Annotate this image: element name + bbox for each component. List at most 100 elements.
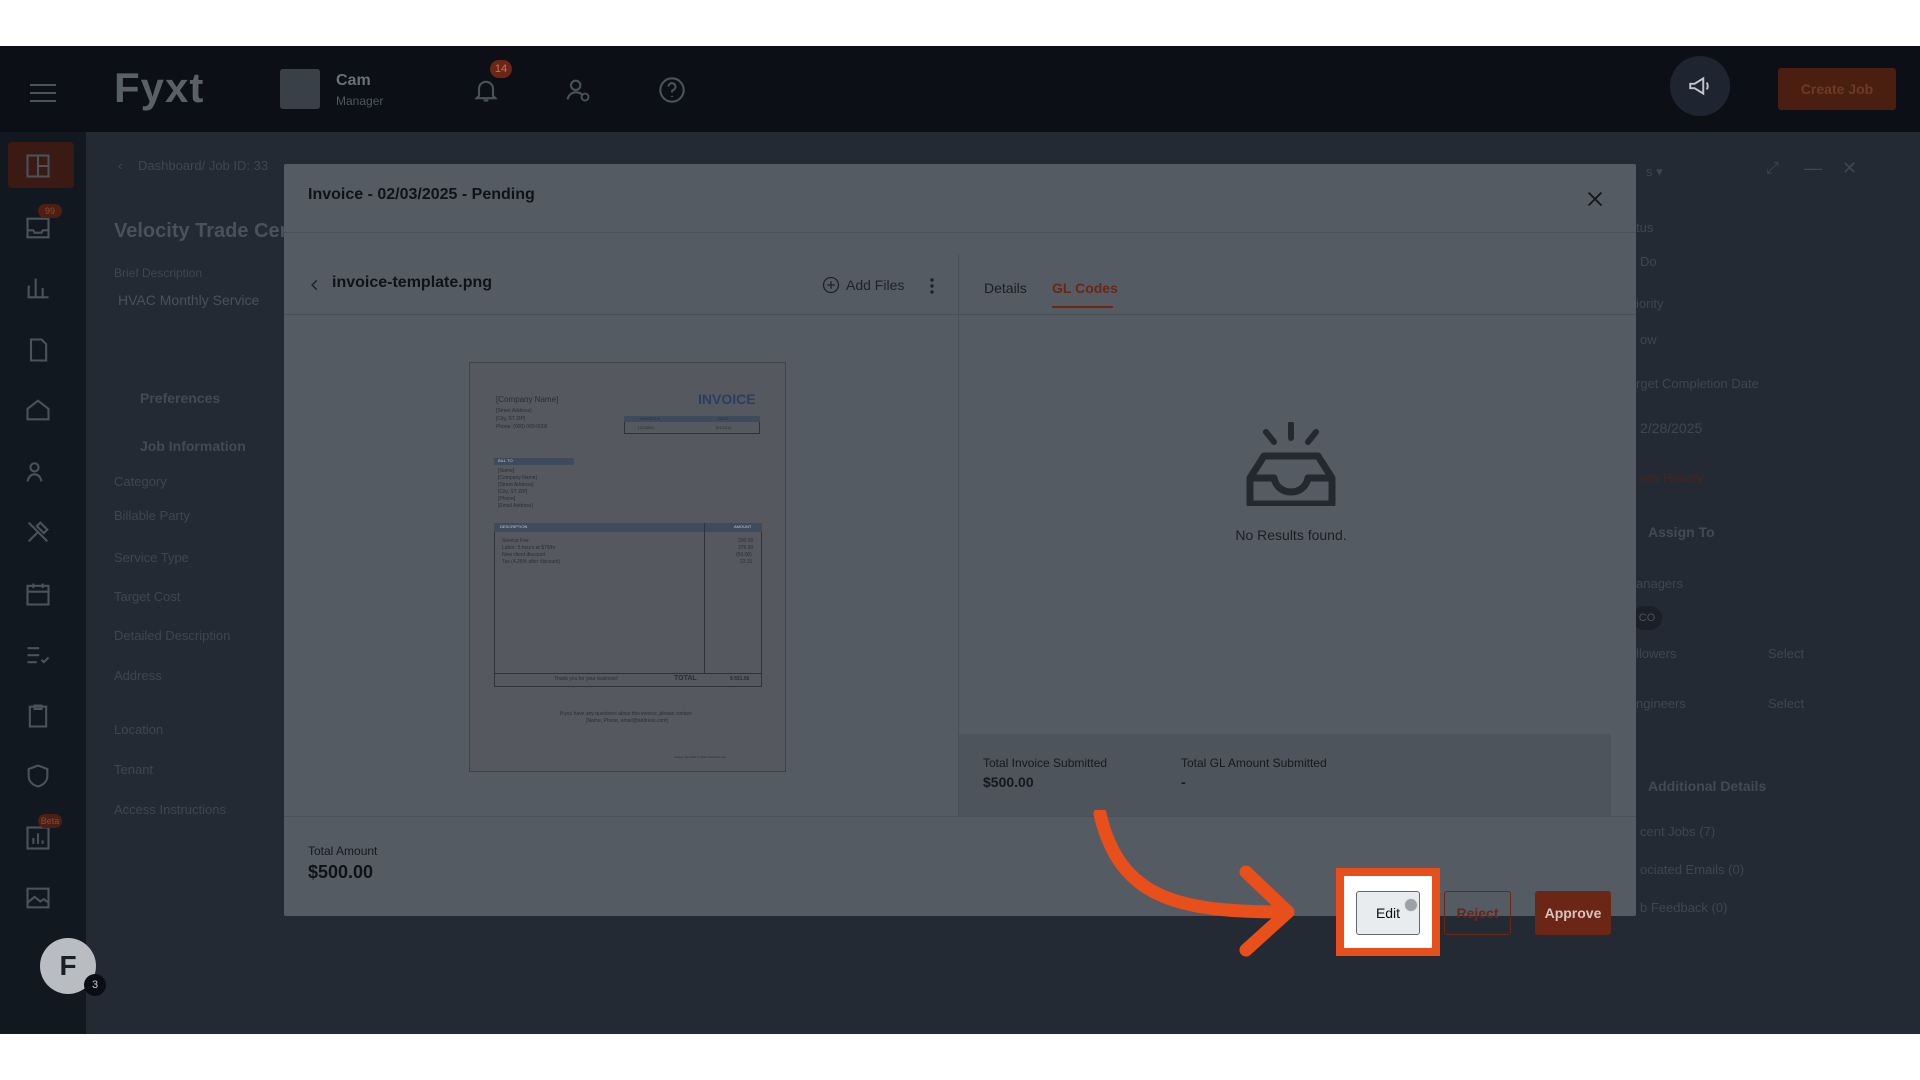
panel-close-icon[interactable]: ✕ xyxy=(1842,158,1857,179)
job-information-heading[interactable]: Job Information xyxy=(140,438,246,454)
chart-icon[interactable] xyxy=(24,274,52,302)
nav-inbox-badge: 99 xyxy=(38,204,62,218)
inv-item: New client discount xyxy=(502,552,546,558)
add-files-label: Add Files xyxy=(846,277,905,293)
engineers-select[interactable]: Select xyxy=(1768,696,1804,711)
inv-amount: 200.00 xyxy=(738,538,754,544)
divider xyxy=(284,314,958,315)
inv-bill-line: [Phone] xyxy=(498,496,516,502)
target-date-label: rget Completion Date xyxy=(1636,376,1759,391)
active-tab-indicator xyxy=(1052,306,1113,308)
preferences-heading[interactable]: Preferences xyxy=(140,390,220,406)
field-label: Billable Party xyxy=(114,508,190,523)
tab-gl-codes[interactable]: GL Codes xyxy=(1052,280,1118,296)
priority-label: iority xyxy=(1636,296,1664,311)
field-label: Category xyxy=(114,474,167,489)
empty-state-text: No Results found. xyxy=(1235,527,1347,543)
inv-total-value: $ 551.56 xyxy=(730,676,750,682)
calendar-icon[interactable] xyxy=(24,580,52,608)
breadcrumb[interactable]: Dashboard/ Job ID: 33 xyxy=(138,158,268,173)
mouse-cursor-icon xyxy=(1404,898,1418,912)
brief-label: Brief Description xyxy=(114,266,203,280)
field-label: Detailed Description xyxy=(114,628,231,643)
inv-meta-value: 8/1/2014 xyxy=(716,425,732,430)
close-icon[interactable] xyxy=(1584,188,1606,210)
reject-button[interactable]: Reject xyxy=(1444,891,1511,935)
recent-jobs-link[interactable]: cent Jobs (7) xyxy=(1640,824,1715,839)
create-job-button[interactable]: Create Job xyxy=(1778,68,1896,110)
back-chevron-icon[interactable]: ‹ xyxy=(118,158,122,173)
app-logo: Fyxt xyxy=(114,64,205,111)
app-screen: Fyxt Cam Manager 14 Create Job 99 Beta F… xyxy=(0,46,1920,1034)
notifications-badge: 14 xyxy=(490,60,512,78)
avatar-badge: 3 xyxy=(84,974,106,996)
managers-label: anagers xyxy=(1636,576,1683,591)
hamburger-menu-icon[interactable] xyxy=(30,84,56,108)
inv-address-line: [City, ST ZIP] xyxy=(496,416,526,422)
filter-dropdown[interactable]: s ▾ xyxy=(1646,164,1663,180)
tab-details[interactable]: Details xyxy=(984,280,1027,296)
feedback-link[interactable]: b Feedback (0) xyxy=(1640,900,1727,915)
status-value[interactable]: Do xyxy=(1640,254,1657,269)
field-label: Target Cost xyxy=(114,589,181,604)
inv-bill-line: [Name] xyxy=(498,468,515,474)
clipboard-icon[interactable] xyxy=(24,702,52,730)
job-title: Velocity Trade Cen xyxy=(114,220,292,242)
add-files-button[interactable]: Add Files xyxy=(822,274,904,296)
inv-footer: [Name, Phone, email@address.com] xyxy=(586,718,668,724)
inv-address-line: Phone: (000) 000-0000 xyxy=(496,424,548,430)
brief-value: HVAC Monthly Service xyxy=(118,292,260,308)
chevron-left-icon[interactable] xyxy=(308,278,322,292)
left-sidebar: 99 Beta xyxy=(0,132,86,1034)
tools-icon[interactable] xyxy=(24,518,52,546)
total-gl-label: Total GL Amount Submitted xyxy=(1181,756,1327,770)
inv-address-line: [Street Address] xyxy=(496,408,532,414)
inv-footnote: Invoice Template © 2014 Vertex42.com xyxy=(674,755,727,759)
status-label: tus xyxy=(1636,220,1654,235)
inv-company: [Company Name] xyxy=(496,395,559,404)
total-invoice-label: Total Invoice Submitted xyxy=(983,756,1108,770)
file-name: invoice-template.png xyxy=(332,274,493,291)
shield-icon[interactable] xyxy=(24,762,52,790)
user-settings-icon[interactable] xyxy=(564,76,592,104)
minimize-icon[interactable]: — xyxy=(1804,158,1822,179)
document-icon[interactable] xyxy=(24,336,52,364)
view-history-link[interactable]: iew History xyxy=(1640,470,1704,485)
checklist-icon[interactable] xyxy=(24,640,52,668)
followers-select[interactable]: Select xyxy=(1768,646,1804,661)
approve-button[interactable]: Approve xyxy=(1535,891,1611,935)
inv-meta-header: INVOICE # xyxy=(640,416,660,421)
modal-title: Invoice - 02/03/2025 - Pending xyxy=(308,186,535,203)
manager-chip[interactable]: CO xyxy=(1632,606,1662,630)
field-label: Service Type xyxy=(114,550,189,565)
inv-thank-you: Thank you for your business! xyxy=(554,676,619,682)
org-role: Manager xyxy=(336,94,384,108)
people-icon[interactable] xyxy=(24,458,52,486)
inv-meta-value: [123456] xyxy=(638,425,654,430)
help-icon[interactable] xyxy=(658,76,686,104)
associated-emails-link[interactable]: ociated Emails (0) xyxy=(1640,862,1744,877)
field-label: Location xyxy=(114,722,164,737)
more-options-icon[interactable] xyxy=(928,276,936,296)
gallery-icon[interactable] xyxy=(24,884,52,912)
divider xyxy=(284,232,1636,233)
field-label: Tenant xyxy=(114,762,154,777)
invoice-preview-image[interactable]: [Company Name] [Street Address] [City, S… xyxy=(469,362,786,772)
home-icon[interactable] xyxy=(24,396,52,424)
reports-icon[interactable] xyxy=(24,824,52,852)
target-date-value[interactable]: 2/28/2025 xyxy=(1640,420,1702,436)
dashboard-icon[interactable] xyxy=(24,152,52,180)
expand-icon[interactable]: ⤢ xyxy=(1766,160,1779,178)
plus-circle-icon xyxy=(822,276,840,294)
inv-bill-line: [City, ST ZIP] xyxy=(498,489,528,495)
inv-bill-line: [Company Name] xyxy=(498,475,537,481)
priority-value[interactable]: ow xyxy=(1640,332,1657,347)
org-name[interactable]: Cam xyxy=(336,72,371,90)
inbox-icon[interactable] xyxy=(24,214,52,242)
announcements-button[interactable] xyxy=(1670,56,1730,116)
total-amount-label: Total Amount xyxy=(308,844,378,858)
bell-icon[interactable] xyxy=(472,76,500,104)
org-avatar[interactable] xyxy=(280,69,320,109)
totals-summary: Total Invoice Submitted $500.00 Total GL… xyxy=(959,734,1611,816)
inv-bill-to: BILL TO xyxy=(498,458,513,463)
